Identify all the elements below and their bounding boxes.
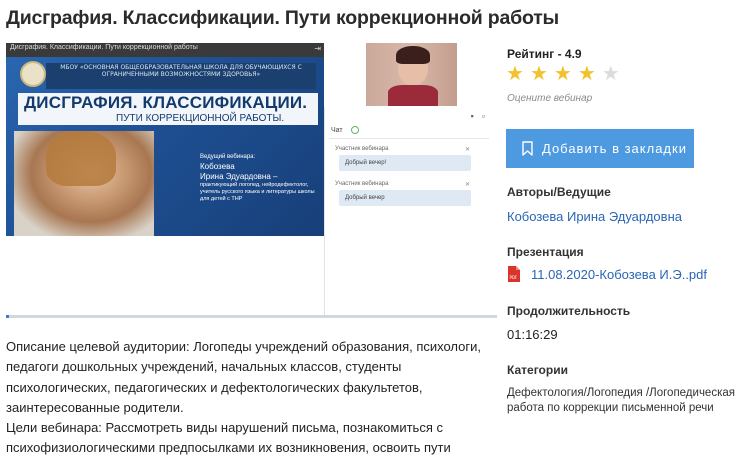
slide-presenter-desc: практикующий логопед, нейродефектолог, у…: [200, 182, 315, 202]
presenter-body: [388, 85, 438, 106]
add-bookmark-label: Добавить в закладки: [542, 141, 687, 156]
star-icon[interactable]: ★: [530, 64, 548, 84]
slide-headline: ДИСГРАФИЯ. КЛАССИФИКАЦИИ.: [24, 93, 308, 112]
slide-presenter-info: Ведущий вебинара: Кобозева Ирина Эдуардо…: [200, 154, 318, 203]
close-icon[interactable]: ✕: [465, 146, 470, 153]
slide-presenter-label: Ведущий вебинара:: [200, 154, 256, 160]
chat-message-text: Добрый вечер!: [345, 160, 387, 166]
slide-presenter-surname: Кобозева: [200, 162, 235, 171]
webinar-description: Описание целевой аудитории: Логопеды учр…: [6, 337, 499, 457]
description-goals: Цели вебинара: Рассмотреть виды нарушени…: [6, 420, 451, 456]
slide-subheadline: ПУТИ КОРРЕКЦИОННОЙ РАБОТЫ.: [116, 113, 285, 124]
star-icon[interactable]: ★: [578, 64, 596, 84]
school-logo: [20, 61, 46, 87]
category-link[interactable]: Дефектология/Логопедия /Логопедическая р…: [507, 386, 737, 416]
close-icon[interactable]: ✕: [465, 181, 470, 188]
pdf-file-icon: PDF: [508, 266, 520, 282]
player-progress-track[interactable]: [6, 315, 497, 318]
add-bookmark-button[interactable]: Добавить в закладки: [506, 129, 694, 168]
player-progress-fill: [6, 315, 9, 318]
star-icon[interactable]: ★: [602, 64, 620, 84]
rating-label: Рейтинг - 4.9: [507, 47, 582, 61]
chat-message-author: Участник вебинара: [335, 181, 389, 187]
presentation-slide: Дисграфия. Классификации. Пути коррекцио…: [6, 43, 324, 236]
description-audience: Описание целевой аудитории: Логопеды учр…: [6, 339, 482, 415]
chat-tab-icons[interactable]: ▪▫: [471, 111, 493, 121]
star-icon[interactable]: ★: [554, 64, 572, 84]
chat-label: Чат: [331, 127, 343, 134]
duration-value: 01:16:29: [507, 327, 558, 342]
page-title: Дисграфия. Классификации. Пути коррекцио…: [6, 7, 560, 29]
slide-photo-detail: [46, 131, 116, 186]
bookmark-icon: [522, 141, 533, 156]
chat-message-text: Добрый вечер: [345, 195, 385, 201]
online-status-icon: [351, 126, 359, 134]
rate-hint: Оцените вебинар: [507, 93, 593, 104]
presentation-file-link[interactable]: 11.08.2020-Кобозева И.Э..pdf: [531, 267, 707, 282]
slide-body: МБОУ «ОСНОВНАЯ ОБЩЕОБРАЗОВАТЕЛЬНАЯ ШКОЛА…: [6, 57, 324, 236]
star-icon[interactable]: ★: [506, 64, 524, 84]
svg-text:PDF: PDF: [510, 275, 518, 280]
slide-topbar-title: Дисграфия. Классификации. Пути коррекцио…: [10, 44, 198, 51]
webinar-player[interactable]: Дисграфия. Классификации. Пути коррекцио…: [6, 43, 497, 318]
slide-school-name: МБОУ «ОСНОВНАЯ ОБЩЕОБРАЗОВАТЕЛЬНАЯ ШКОЛА…: [60, 64, 302, 78]
author-link[interactable]: Кобозева Ирина Эдуардовна: [507, 209, 682, 224]
slide-topbar: Дисграфия. Классификации. Пути коррекцио…: [6, 43, 324, 57]
exit-fullscreen-icon[interactable]: ⇥: [314, 44, 321, 53]
categories-title: Категории: [507, 363, 568, 377]
presenter-video: [366, 43, 457, 106]
chat-panel: ▪▫ Чат Участник вебинара ✕ Добрый вечер!…: [324, 107, 497, 317]
chat-divider: [329, 138, 489, 139]
authors-title: Авторы/Ведущие: [507, 185, 611, 199]
duration-title: Продолжительность: [507, 304, 631, 318]
chat-message-author: Участник вебинара: [335, 146, 389, 152]
presenter-hair: [396, 46, 430, 64]
rating-stars[interactable]: ★ ★ ★ ★ ★: [506, 64, 620, 84]
presentation-title: Презентация: [507, 245, 584, 259]
slide-presenter-name: Ирина Эдуардовна –: [200, 172, 278, 181]
